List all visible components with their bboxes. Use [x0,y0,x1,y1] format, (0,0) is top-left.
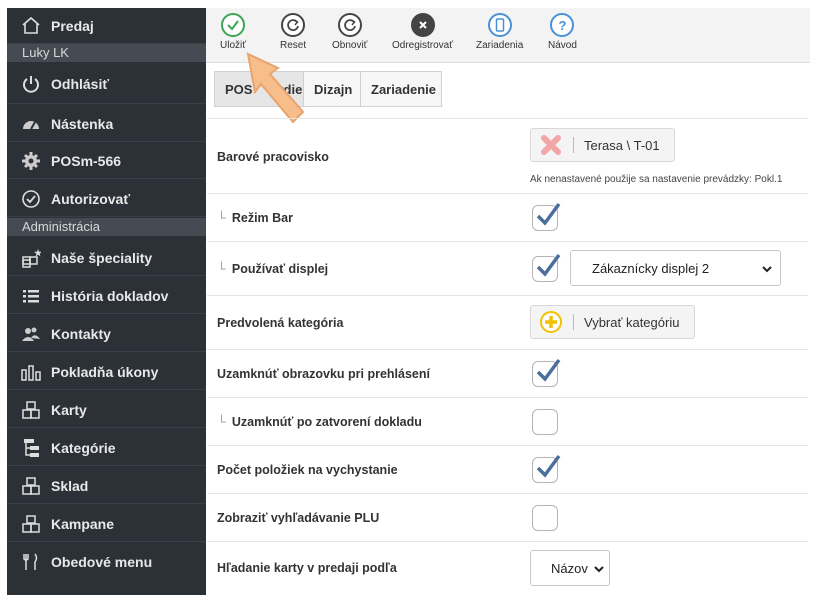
sidebar-item-label: Pokladňa úkony [51,363,159,380]
sidebar-item-label: Naše špeciality [51,249,153,266]
cutlery-icon [19,550,43,574]
users-icon [19,322,43,346]
tree-icon [19,436,43,460]
sidebar-item-stock[interactable]: Sklad [7,468,206,504]
sidebar-item-label: POSm-566 [51,152,122,169]
sidebar-item-authorize[interactable]: Autorizovať [7,181,206,217]
cards-icon [19,474,43,498]
gear-icon [19,149,43,173]
sidebar-item-cards[interactable]: Karty [7,392,206,428]
tablet-icon [487,13,512,37]
use-display-checkbox[interactable] [532,253,561,282]
sidebar-item-dashboard[interactable]: Nástenka [7,106,206,142]
check-icon [536,358,561,382]
check-circle-icon [19,187,43,211]
dashboard-icon [19,112,43,136]
check-icon [220,13,245,37]
chevron-down-icon [594,566,604,573]
sidebar-item-label: Kontakty [51,325,111,342]
sidebar-item-label: Obedové menu [51,554,153,570]
x-icon [541,135,561,155]
sidebar-section-user: Luky LK [7,44,206,62]
sidebar-item-label: Nástenka [51,115,114,132]
power-icon [19,72,43,96]
list-icon [19,284,43,308]
sidebar-section-admin: Administrácia [7,218,206,236]
renew-button[interactable]: Obnoviť [332,13,367,51]
home-icon [19,14,43,38]
cards-icon [19,398,43,422]
sidebar-item-label: História dokladov [51,287,169,304]
sidebar-item-cash-ops[interactable]: Pokladňa úkony [7,354,206,390]
sidebar-item-categories[interactable]: Kategórie [7,430,206,466]
sidebar-item-pos[interactable]: POSm-566 [7,143,206,179]
item-count-checkbox[interactable] [532,454,561,483]
setting-bar-mode: └ Režim Bar [207,194,808,242]
bar-workstation-button[interactable]: Terasa \ T-01 [530,128,675,162]
sidebar-item-contacts[interactable]: Kontakty [7,316,206,352]
display-select[interactable]: Zákaznícky displej 2 [570,250,781,286]
setting-default-category: Predvolená kategória Vybrať kategóriu [207,296,808,350]
sidebar-item-label: Autorizovať [51,190,131,207]
sidebar: Predaj Luky LK Odhlásiť Nástenka POSm-56… [7,8,206,595]
sidebar-item-specials[interactable]: ★ Naše špeciality [7,240,206,276]
sidebar-item-campaigns[interactable]: Kampane [7,506,206,542]
x-circle-icon [410,13,435,37]
setting-item-count: Počet položiek na vychystanie [207,446,808,494]
sidebar-item-label: Sklad [51,477,89,494]
bars-icon [19,360,43,384]
sidebar-item-history[interactable]: História dokladov [7,278,206,314]
card-search-select[interactable]: Názov [530,550,610,586]
sidebar-item-label: Karty [51,401,87,418]
cards-icon [19,512,43,536]
sidebar-item-predaj[interactable]: Predaj [7,8,206,44]
guide-button[interactable]: ? Návod [548,13,577,51]
refresh-icon [337,13,362,37]
setting-plu-search: Zobraziť vyhľadávanie PLU [207,494,808,542]
bar-workstation-note: Ak nenastavené použije sa nastavenie pre… [530,174,783,185]
tab-device[interactable]: Zariadenie [360,71,442,107]
setting-lock-on-close: └ Uzamknúť po zatvorení dokladu [207,398,808,446]
select-category-button[interactable]: Vybrať kategóriu [530,305,695,339]
reset-button[interactable]: Reset [280,13,306,51]
plu-search-checkbox[interactable] [532,505,558,531]
setting-lock-on-login: Uzamknúť obrazovku pri prehlásení [207,350,808,398]
sidebar-item-label: Kampane [51,515,115,532]
lock-on-close-checkbox[interactable] [532,409,558,435]
unregister-button[interactable]: Odregistrovať [392,13,453,51]
setting-bar-workstation: Barové pracovisko Terasa \ T-01 Ak nenas… [207,118,808,194]
setting-card-search: Hľadanie karty v predaji podľa Názov [207,542,808,594]
check-icon [536,454,561,478]
sidebar-item-label: Odhlásiť [51,75,110,92]
sidebar-item-lunch-menu[interactable]: Obedové menu [7,544,206,580]
lock-on-login-checkbox[interactable] [532,358,561,387]
chevron-down-icon [762,266,772,273]
save-button[interactable]: Uložiť [220,13,246,51]
specials-icon: ★ [19,246,43,270]
refresh-icon [281,13,306,37]
svg-text:★: ★ [34,248,41,258]
sidebar-item-label: Predaj [51,17,94,34]
sidebar-item-logout[interactable]: Odhlásiť [7,64,206,104]
sidebar-item-label: Kategórie [51,439,116,456]
bar-mode-checkbox[interactable] [532,202,561,231]
check-icon [536,253,561,277]
setting-use-display: └ Používať displej Zákaznícky displej 2 [207,242,808,296]
help-icon: ? [550,13,575,37]
check-icon [536,202,561,226]
devices-button[interactable]: Zariadenia [476,13,523,51]
plus-circle-icon [540,311,562,333]
